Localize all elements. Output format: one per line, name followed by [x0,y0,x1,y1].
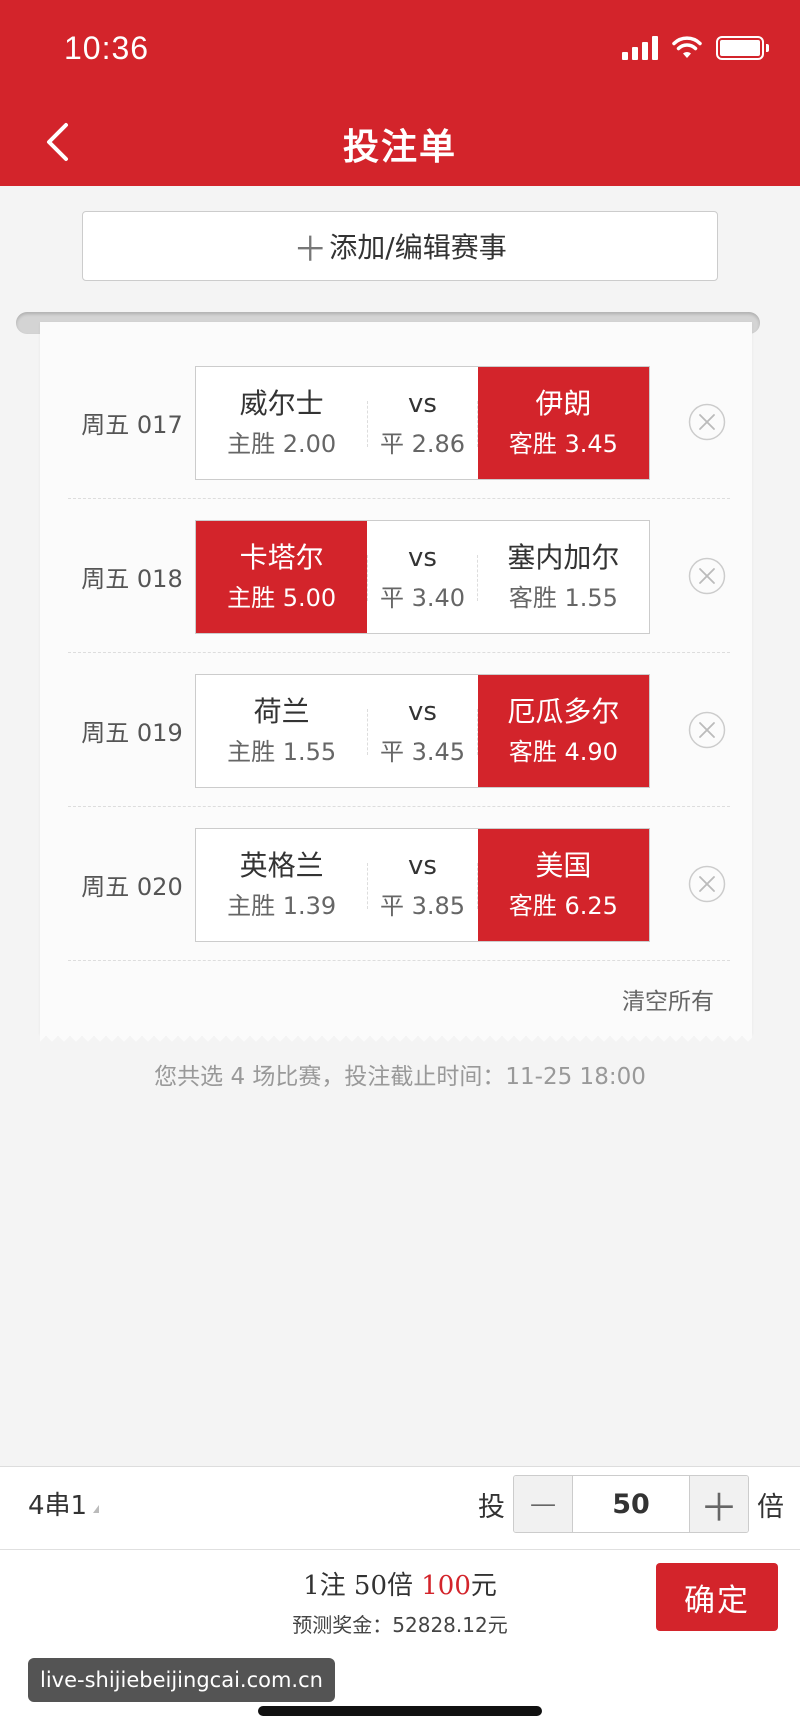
vs-label: vs [408,851,437,881]
away-odds: 客胜 3.45 [508,430,618,458]
away-win-option[interactable]: 伊朗 客胜 3.45 [477,367,650,479]
draw-odds: 平 2.86 [379,430,466,458]
status-icons [622,36,769,60]
away-team: 塞内加尔 [507,541,620,574]
match-number: 周五 018 [81,564,183,593]
vs-label: vs [408,697,437,727]
away-win-option[interactable]: 厄瓜多尔 客胜 4.90 [477,675,650,787]
plus-icon: ＋ [293,229,328,270]
home-team: 荷兰 [253,695,310,728]
battery-icon [716,36,769,60]
clear-all-link[interactable]: 清空所有 [622,982,714,1016]
home-team: 英格兰 [239,849,324,882]
home-odds: 主胜 1.39 [227,892,337,920]
match-number: 周五 017 [81,410,183,439]
draw-option[interactable]: vs 平 3.40 [367,521,478,633]
match-row: 周五 020 英格兰 主胜 1.39 vs 平 3.85 美国 客胜 6.25 [68,807,730,961]
bet-summary-suffix: 元 [470,1571,497,1601]
draw-option[interactable]: vs 平 3.45 [367,675,478,787]
match-number: 周五 020 [81,872,183,901]
multiplier-stepper: − 50 ＋ [513,1475,749,1533]
remove-match-icon[interactable] [688,865,726,903]
away-odds: 客胜 6.25 [508,892,618,920]
add-edit-matches-button[interactable]: ＋ 添加/编辑赛事 [82,211,718,281]
bet-label: 投 [478,1491,505,1523]
home-odds: 主胜 5.00 [227,584,337,612]
multiplier-control: 投 − 50 ＋ 倍 [474,1475,784,1533]
match-odds-box: 威尔士 主胜 2.00 vs 平 2.86 伊朗 客胜 3.45 [195,366,650,480]
page-title: 投注单 [342,127,457,168]
bet-summary-prefix: 1注 50倍 [303,1571,422,1601]
cellular-signal-icon [622,36,658,60]
draw-odds: 平 3.85 [379,892,466,920]
home-win-option[interactable]: 荷兰 主胜 1.55 [196,675,367,787]
times-label: 倍 [757,1491,784,1523]
status-time: 10:36 [64,30,150,66]
add-edit-matches-label: 添加/编辑赛事 [329,231,507,264]
confirm-button[interactable]: 确定 [656,1563,778,1631]
wifi-icon [672,36,702,58]
away-win-option[interactable]: 美国 客胜 6.25 [477,829,650,941]
away-odds: 客胜 4.90 [508,738,618,766]
match-row: 周五 017 威尔士 主胜 2.00 vs 平 2.86 伊朗 客胜 3.45 [68,345,730,499]
match-number: 周五 019 [81,718,183,747]
url-watermark: live-shijiebeijingcai.com.cn [28,1658,335,1702]
draw-odds: 平 3.40 [379,584,466,612]
home-team: 威尔士 [239,387,324,420]
draw-option[interactable]: vs 平 2.86 [367,367,478,479]
combo-type-label: 4串1 [28,1491,88,1521]
match-odds-box: 卡塔尔 主胜 5.00 vs 平 3.40 塞内加尔 客胜 1.55 [195,520,650,634]
predicted-prize: 预测奖金：52828.12元 [292,1613,508,1637]
away-team: 美国 [535,849,592,882]
decrease-multiplier-button[interactable]: − [514,1476,572,1532]
match-odds-box: 英格兰 主胜 1.39 vs 平 3.85 美国 客胜 6.25 [195,828,650,942]
home-win-option[interactable]: 威尔士 主胜 2.00 [196,367,367,479]
increase-multiplier-button[interactable]: ＋ [690,1476,748,1532]
combo-type-selector[interactable]: 4串1 [28,1485,100,1522]
remove-match-icon[interactable] [688,403,726,441]
bet-summary: 1注 50倍 100元 [210,1565,590,1602]
away-team: 伊朗 [535,387,592,420]
draw-odds: 平 3.45 [379,738,466,766]
remove-match-icon[interactable] [688,557,726,595]
match-row: 周五 019 荷兰 主胜 1.55 vs 平 3.45 厄瓜多尔 客胜 4.90 [68,653,730,807]
app-header: 10:36 投注单 [0,0,800,186]
vs-label: vs [408,389,437,419]
remove-match-icon[interactable] [688,711,726,749]
away-odds: 客胜 1.55 [508,584,618,612]
home-win-option[interactable]: 英格兰 主胜 1.39 [196,829,367,941]
ticket-zigzag-edge [40,1030,752,1042]
selection-deadline-text: 您共选 4 场比赛，投注截止时间：11-25 18:00 [154,1064,646,1090]
bet-amount: 100 [421,1571,471,1601]
corner-triangle-icon [93,1504,100,1513]
home-odds: 主胜 2.00 [227,430,337,458]
divider [0,1549,800,1550]
home-win-option[interactable]: 卡塔尔 主胜 5.00 [196,521,368,633]
draw-option[interactable]: vs 平 3.85 [367,829,478,941]
away-win-option[interactable]: 塞内加尔 客胜 1.55 [478,521,649,633]
away-team: 厄瓜多尔 [507,695,620,728]
home-team: 卡塔尔 [239,541,324,574]
multiplier-input[interactable]: 50 [572,1476,690,1532]
match-row: 周五 018 卡塔尔 主胜 5.00 vs 平 3.40 塞内加尔 客胜 1.5… [68,499,730,653]
home-indicator[interactable] [258,1706,542,1716]
match-odds-box: 荷兰 主胜 1.55 vs 平 3.45 厄瓜多尔 客胜 4.90 [195,674,650,788]
home-odds: 主胜 1.55 [227,738,337,766]
vs-label: vs [408,543,437,573]
